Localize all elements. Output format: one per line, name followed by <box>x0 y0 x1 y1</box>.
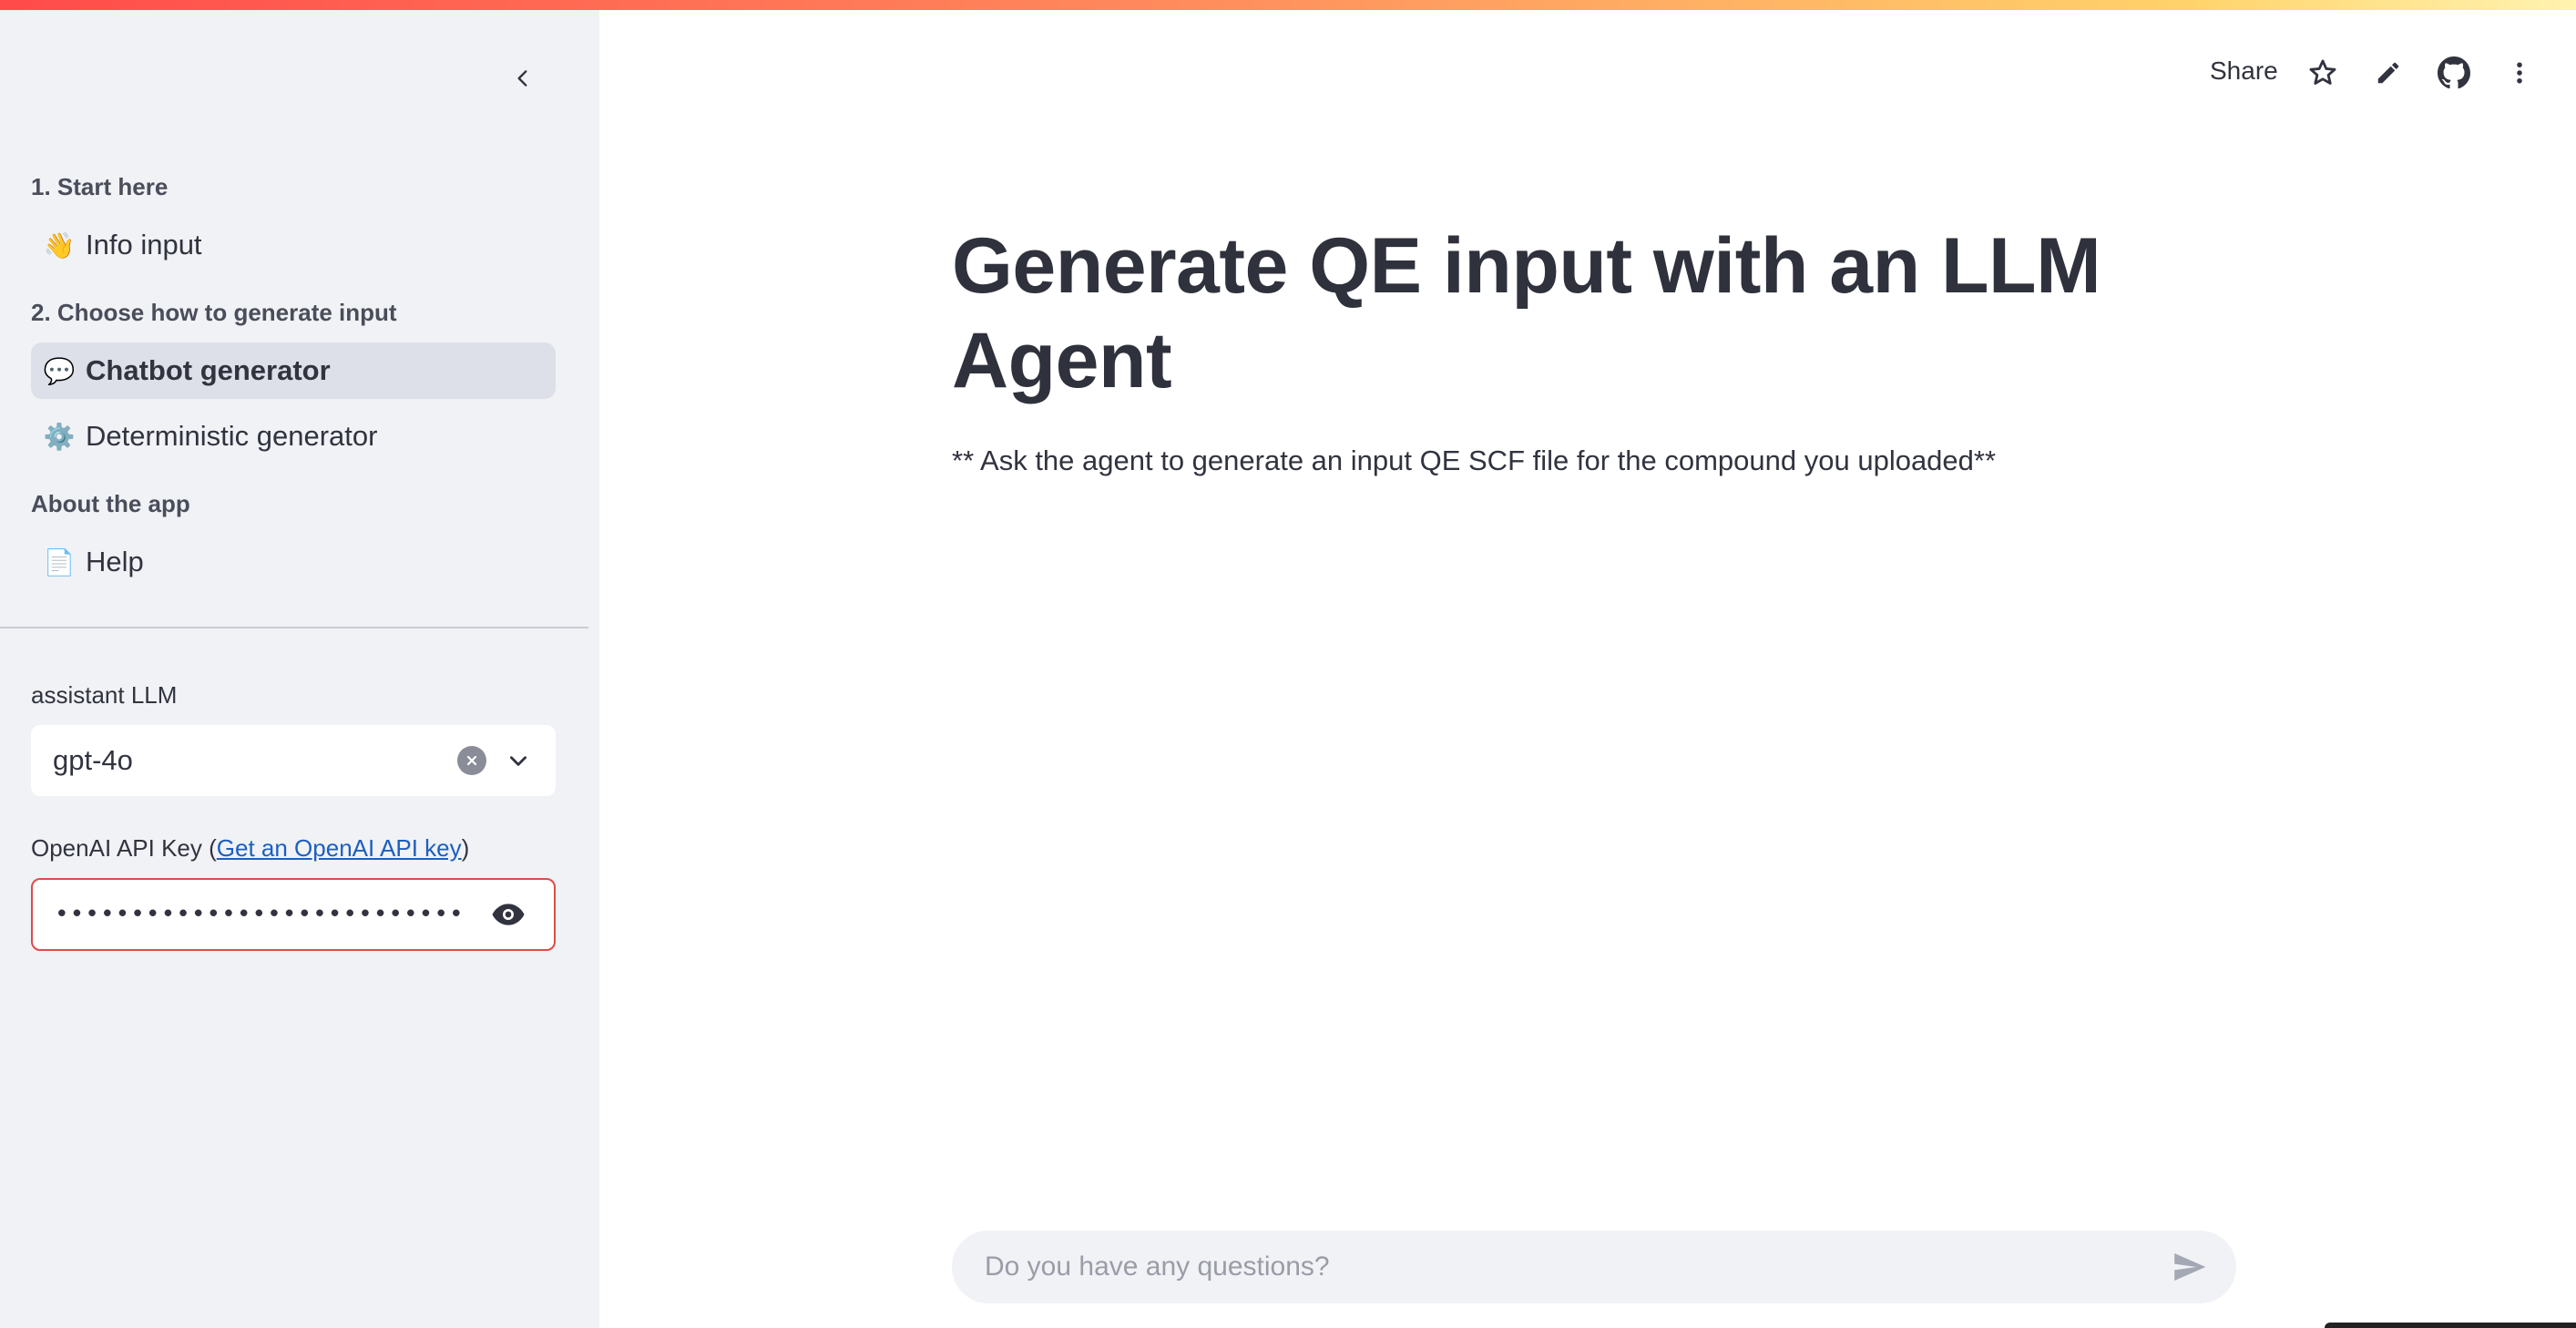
close-icon <box>466 755 477 766</box>
nav-section-choose-generator: 2. Choose how to generate input <box>31 299 397 326</box>
page-icon: 📄 <box>43 547 76 577</box>
speech-balloon-icon: 💬 <box>43 356 76 385</box>
llm-select-value: gpt-4o <box>53 744 133 776</box>
get-api-key-link[interactable]: Get an OpenAI API key <box>217 834 462 862</box>
sidebar: 1. Start here 👋 Info input 2. Choose how… <box>0 0 599 1328</box>
llm-select[interactable]: gpt-4o <box>31 725 556 796</box>
pencil-icon <box>2377 62 2399 84</box>
sidebar-item-label: Chatbot generator <box>86 354 331 386</box>
sidebar-item-help[interactable]: 📄 Help <box>31 534 556 590</box>
sidebar-divider <box>0 627 588 628</box>
nav-section-about: About the app <box>31 490 190 517</box>
nav-section-start-here: 1. Start here <box>31 173 169 200</box>
waving-hand-icon: 👋 <box>43 230 76 260</box>
send-icon <box>2174 1253 2206 1281</box>
page-description: ** Ask the agent to generate an input QE… <box>952 444 1997 476</box>
chat-input-bar <box>952 1231 2236 1303</box>
top-decoration-bar <box>0 0 2576 10</box>
chat-input[interactable] <box>985 1251 2165 1282</box>
edit-button[interactable] <box>2368 53 2408 93</box>
sidebar-item-chatbot-generator[interactable]: 💬 Chatbot generator <box>31 342 556 399</box>
more-vertical-icon <box>2517 62 2522 84</box>
sidebar-item-deterministic-generator[interactable]: ⚙️ Deterministic generator <box>31 408 556 465</box>
sidebar-item-label: Help <box>86 546 144 577</box>
sidebar-item-label: Info input <box>86 229 202 260</box>
send-button[interactable] <box>2165 1243 2213 1291</box>
chevron-left-icon <box>517 70 527 87</box>
window-corner-decoration <box>2325 1323 2576 1328</box>
star-icon <box>2309 59 2336 85</box>
api-key-label-suffix: ) <box>461 834 470 862</box>
toggle-password-visibility-button[interactable] <box>488 894 528 935</box>
api-key-field <box>31 878 556 951</box>
chevron-down-icon <box>510 756 526 766</box>
api-key-input[interactable] <box>55 901 466 928</box>
api-key-label: OpenAI API Key (Get an OpenAI API key) <box>31 834 469 863</box>
dropdown-toggle[interactable] <box>503 745 534 776</box>
sidebar-item-info-input[interactable]: 👋 Info input <box>31 217 556 273</box>
llm-select-label: assistant LLM <box>31 681 178 709</box>
main-menu-button[interactable] <box>2499 53 2540 93</box>
favorite-button[interactable] <box>2303 53 2343 93</box>
eye-icon <box>492 904 525 925</box>
collapse-sidebar-button[interactable] <box>506 62 539 95</box>
gear-icon: ⚙️ <box>43 422 76 451</box>
github-button[interactable] <box>2434 53 2474 93</box>
github-icon <box>2438 56 2470 89</box>
sidebar-item-label: Deterministic generator <box>86 420 378 452</box>
page-title: Generate QE input with an LLM Agent <box>952 222 2101 404</box>
api-key-label-prefix: OpenAI API Key ( <box>31 834 217 862</box>
share-button[interactable]: Share <box>2210 56 2278 86</box>
clear-selection-button[interactable] <box>457 746 486 775</box>
